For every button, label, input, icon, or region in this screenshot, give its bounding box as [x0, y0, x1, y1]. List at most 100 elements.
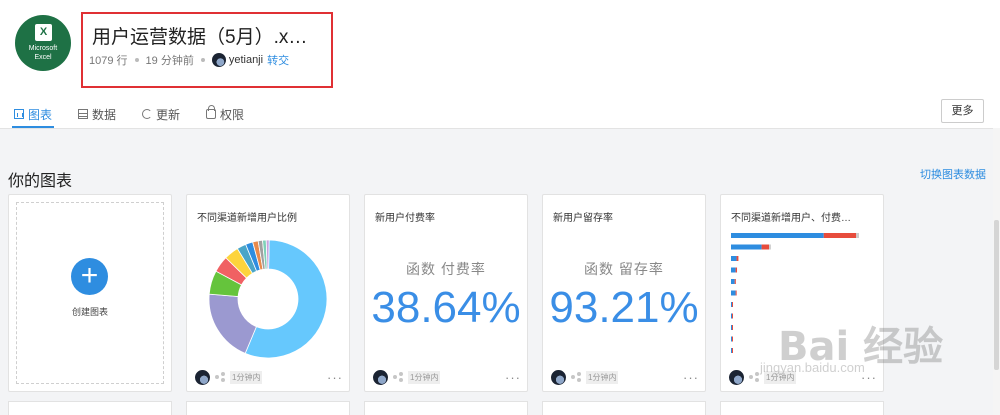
owner-avatar: [373, 369, 388, 385]
file-meta: 1079 行 19 分钟前 yetianji 转交: [89, 52, 289, 68]
logo-line1: Microsoft: [28, 45, 58, 52]
function-label: 函数 留存率: [584, 261, 664, 277]
bar-segment-3-0[interactable]: [731, 267, 736, 273]
chart-title: 新用户留存率: [553, 213, 613, 224]
share-icon[interactable]: [749, 372, 759, 382]
bar-segment-0-2[interactable]: [856, 233, 859, 238]
updated-time: 1分钟内: [586, 370, 619, 384]
bar-segment-4-0[interactable]: [731, 279, 735, 284]
chart-card[interactable]: [542, 401, 706, 415]
owner-avatar: [195, 369, 210, 385]
lock-icon: [206, 105, 217, 119]
chart-card[interactable]: 新用户留存率 函数 留存率 93.21% 1分钟内 ···: [542, 194, 706, 392]
bar-segment-8-1[interactable]: [732, 325, 733, 330]
more-options-icon[interactable]: ···: [327, 370, 343, 385]
plus-icon[interactable]: +: [71, 258, 108, 295]
card-footer: 1分钟内 ···: [195, 369, 343, 385]
transfer-link[interactable]: 转交: [267, 52, 289, 68]
tab-bar: 图表 数据 更新 权限: [12, 104, 268, 128]
bar-segment-7-0[interactable]: [731, 313, 732, 319]
tab-label: 更新: [156, 108, 181, 122]
logo-line2: Excel: [34, 54, 52, 61]
bar-segment-4-1[interactable]: [734, 279, 736, 284]
tab-data[interactable]: 数据: [76, 104, 118, 128]
metric-value: 38.64%: [371, 283, 521, 332]
owner-avatar: [211, 53, 226, 67]
tab-label: 数据: [92, 108, 117, 122]
bar-segment-6-1[interactable]: [732, 302, 733, 307]
chart-card[interactable]: 不同渠道新增用户、付费… 1分钟内 ···: [720, 194, 884, 392]
chart-card[interactable]: 不同渠道新增用户比例 1分钟内 ···: [186, 194, 350, 392]
more-options-icon[interactable]: ···: [505, 370, 521, 385]
bar-segment-5-0[interactable]: [731, 290, 736, 296]
chart-card[interactable]: [8, 401, 172, 415]
more-options-icon[interactable]: ···: [861, 370, 877, 385]
bar-segment-1-1[interactable]: [761, 244, 770, 250]
chart-title: 新用户付费率: [375, 213, 435, 224]
row-count: 1079 行: [89, 55, 128, 67]
bar-segment-0-0[interactable]: [731, 233, 824, 238]
bar-segment-9-1[interactable]: [732, 336, 733, 342]
scrollbar-thumb[interactable]: [994, 220, 999, 370]
updated-time: 1分钟内: [230, 370, 263, 384]
chart-icon: [14, 109, 24, 119]
chart-card[interactable]: [186, 401, 350, 415]
create-chart-card[interactable]: + 创建图表: [8, 194, 172, 392]
donut-slice-1[interactable]: [208, 293, 257, 354]
card-footer: 1分钟内 ···: [373, 369, 521, 385]
switch-chart-data-link[interactable]: 切换图表数据: [920, 166, 986, 182]
refresh-icon: [142, 109, 153, 119]
donut-chart: [208, 239, 328, 359]
share-icon[interactable]: [571, 372, 581, 382]
separator-dot: [134, 58, 139, 62]
bar-segment-9-0[interactable]: [731, 336, 732, 342]
metric-value: 93.21%: [549, 283, 699, 332]
bar-segment-10-0[interactable]: [731, 348, 732, 353]
tab-charts[interactable]: 图表: [12, 104, 55, 128]
excel-letter: X: [35, 24, 52, 41]
more-button[interactable]: 更多: [941, 99, 984, 123]
bar-segment-5-1[interactable]: [735, 290, 737, 296]
function-label: 函数 付费率: [406, 261, 486, 277]
share-icon[interactable]: [215, 372, 225, 382]
bar-segment-2-1[interactable]: [736, 256, 739, 261]
separator-dot: [200, 58, 205, 62]
owner-avatar: [551, 369, 566, 385]
tab-update[interactable]: 更新: [140, 104, 182, 128]
updated-time: 1分钟内: [408, 370, 441, 384]
donut-slice-10[interactable]: [265, 239, 270, 270]
more-options-icon[interactable]: ···: [683, 370, 699, 385]
charts-panel: 你的图表 切换图表数据 + 创建图表 不同渠道新增用户比例 1分钟内 ··· 新…: [0, 128, 1000, 415]
chart-card[interactable]: [720, 401, 884, 415]
file-title[interactable]: 用户运营数据（5月）.x…: [92, 22, 307, 49]
owner-avatar: [729, 369, 744, 385]
file-header: X Microsoft Excel 用户运营数据（5月）.x… 1079 行 1…: [0, 0, 1000, 128]
create-chart-label: 创建图表: [71, 307, 108, 317]
updated-time: 1分钟内: [764, 370, 797, 384]
bar-segment-8-0[interactable]: [731, 325, 732, 330]
bar-segment-0-1[interactable]: [823, 233, 857, 238]
bar-segment-2-0[interactable]: [731, 256, 737, 261]
tab-label: 图表: [28, 108, 53, 122]
owner-name[interactable]: yetianji: [229, 54, 263, 66]
section-title: 你的图表: [8, 173, 73, 190]
bar-segment-1-0[interactable]: [731, 244, 762, 250]
vertical-scrollbar[interactable]: [993, 128, 1000, 415]
file-info-highlight: 用户运营数据（5月）.x… 1079 行 19 分钟前 yetianji 转交: [81, 12, 333, 88]
tab-label: 权限: [220, 108, 245, 122]
share-icon[interactable]: [393, 372, 403, 382]
chart-title: 不同渠道新增用户、付费…: [731, 213, 851, 224]
bar-segment-10-1[interactable]: [732, 348, 733, 353]
card-footer: 1分钟内 ···: [551, 369, 699, 385]
chart-card[interactable]: 新用户付费率 函数 付费率 38.64% 1分钟内 ···: [364, 194, 528, 392]
chart-title: 不同渠道新增用户比例: [197, 213, 297, 224]
chart-card[interactable]: [364, 401, 528, 415]
bar-segment-7-1[interactable]: [732, 313, 733, 319]
card-footer: 1分钟内 ···: [729, 369, 877, 385]
table-icon: [78, 109, 89, 119]
bar-segment-6-0[interactable]: [731, 302, 732, 307]
bar-segment-1-2[interactable]: [769, 244, 771, 250]
excel-logo-icon: X Microsoft Excel: [15, 15, 71, 71]
bar-segment-3-1[interactable]: [735, 267, 738, 273]
tab-permissions[interactable]: 权限: [204, 104, 246, 128]
